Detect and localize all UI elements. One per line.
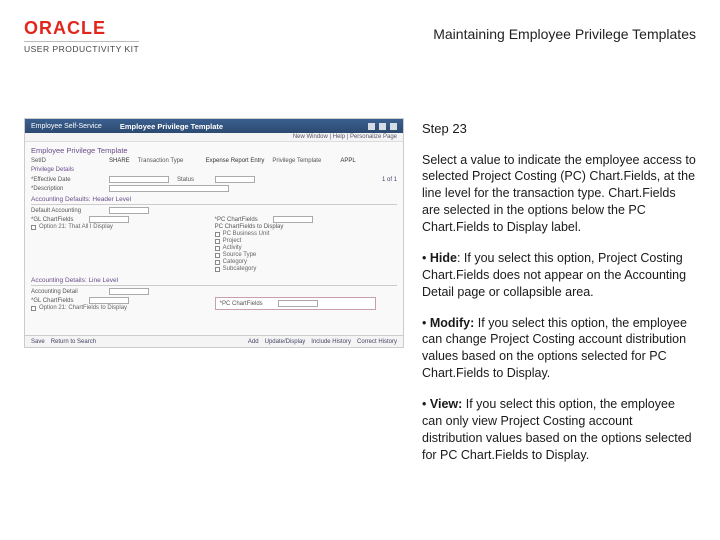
screenshot-column: Employee Self-Service Employee Privilege… [24, 118, 404, 478]
titlebar-icons [368, 123, 397, 130]
line-gl-opt-checkbox[interactable] [31, 306, 36, 311]
gl-option-text: Option 21: That All I Display [39, 224, 113, 230]
home-icon [368, 123, 375, 130]
line-pc-label: *PC ChartFields [220, 301, 270, 307]
instruction-column: Step 23 Select a value to indicate the e… [422, 118, 696, 478]
gl-select[interactable] [89, 216, 129, 223]
pc-opt2-checkbox[interactable] [215, 239, 220, 244]
view-label: View: [430, 397, 462, 411]
logo-block: ORACLE USER PRODUCTIVITY KIT [24, 18, 139, 54]
logo-brand-text: ORACLE [24, 18, 106, 39]
pc-label: *PC ChartFields [215, 217, 265, 223]
view-text: If you select this option, the employee … [422, 397, 692, 462]
step-number: Step 23 [422, 120, 696, 138]
gl-label: *GL ChartFields [31, 217, 81, 223]
pc-opt4-checkbox[interactable] [215, 253, 220, 258]
hide-label: Hide [430, 251, 457, 265]
app-screenshot: Employee Self-Service Employee Privilege… [24, 118, 404, 348]
template-label: Privilege Template [272, 158, 332, 164]
txntype-label: Transaction Type [138, 158, 198, 164]
status-label: Status [177, 177, 207, 183]
line-pc-select[interactable] [278, 300, 318, 307]
pc-opt1-checkbox[interactable] [215, 232, 220, 237]
pc-opt5-checkbox[interactable] [215, 260, 220, 265]
breadcrumb-module: Employee Self-Service [31, 123, 102, 130]
modify-option-paragraph: • Modify: If you select this option, the… [422, 315, 696, 383]
pc-opt3-checkbox[interactable] [215, 246, 220, 251]
defacct-select[interactable] [109, 207, 149, 214]
effdate-label: *Effective Date [31, 177, 101, 183]
sub-header-links: New Window | Help | Personalize Page [293, 134, 397, 140]
txntype-value: Expense Report Entry [206, 158, 265, 164]
add-button[interactable]: Add [248, 339, 259, 345]
pc-opt5-text: Category [223, 259, 247, 265]
form-title: Employee Privilege Template [25, 142, 403, 157]
content-area: Employee Self-Service Employee Privilege… [0, 58, 720, 490]
pc-opt6-text: Subcategory [223, 266, 257, 272]
correct-button[interactable]: Correct History [357, 339, 397, 345]
logo-subtitle: USER PRODUCTIVITY KIT [24, 41, 139, 54]
line-gl-label: *GL ChartFields [31, 298, 81, 304]
setid-label: SetID [31, 158, 101, 164]
page-header: ORACLE USER PRODUCTIVITY KIT Maintaining… [0, 0, 720, 58]
pc-opt1-text: PC Business Unit [223, 231, 270, 237]
desc-input[interactable] [109, 185, 229, 192]
template-value: APPL [340, 158, 355, 164]
line-pc-highlight: *PC ChartFields [215, 297, 376, 310]
save-button[interactable]: Save [31, 339, 45, 345]
view-option-paragraph: • View: If you select this option, the e… [422, 396, 696, 464]
hide-text: : If you select this option, Project Cos… [422, 251, 686, 299]
form-footer: Save Return to Search Add Update/Display… [25, 335, 403, 347]
sub-header: New Window | Help | Personalize Page [25, 133, 403, 142]
pc-display-label: PC ChartFields to Display [215, 224, 391, 230]
defacct-label: Default Accounting [31, 208, 101, 214]
return-button[interactable]: Return to Search [51, 339, 96, 345]
oracle-logo: ORACLE [24, 18, 139, 39]
line-gl-opt-text: Option 21: ChartFields to Display [39, 305, 127, 311]
section-line-details: Accounting Details: Line Level [31, 277, 397, 286]
priv-details-heading: Privilege Details [25, 165, 403, 175]
desc-label: *Description [31, 186, 101, 192]
setid-value: SHARE [109, 158, 130, 164]
status-select[interactable] [215, 176, 255, 183]
app-titlebar: Employee Self-Service Employee Privilege… [25, 119, 403, 133]
document-title: Maintaining Employee Privilege Templates [433, 26, 696, 42]
modify-label: Modify: [430, 316, 474, 330]
line-gl-select[interactable] [89, 297, 129, 304]
pc-opt2-text: Project [223, 238, 242, 244]
gl-option-checkbox[interactable] [31, 225, 36, 230]
hide-option-paragraph: • Hide: If you select this option, Proje… [422, 250, 696, 301]
section-header-defaults: Accounting Defaults: Header Level [31, 196, 397, 205]
history-button[interactable]: Include History [311, 339, 351, 345]
acctdet-label: Accounting Detail [31, 289, 101, 295]
effdate-input[interactable] [109, 176, 169, 183]
intro-paragraph: Select a value to indicate the employee … [422, 152, 696, 236]
page-name: Employee Privilege Template [120, 122, 223, 131]
acctdet-select[interactable] [109, 288, 149, 295]
menu-icon [390, 123, 397, 130]
pc-opt3-text: Activity [223, 245, 242, 251]
flag-icon [379, 123, 386, 130]
pc-select[interactable] [273, 216, 313, 223]
update-button[interactable]: Update/Display [265, 339, 306, 345]
pc-opt6-checkbox[interactable] [215, 267, 220, 272]
pc-opt4-text: Source Type [223, 252, 257, 258]
